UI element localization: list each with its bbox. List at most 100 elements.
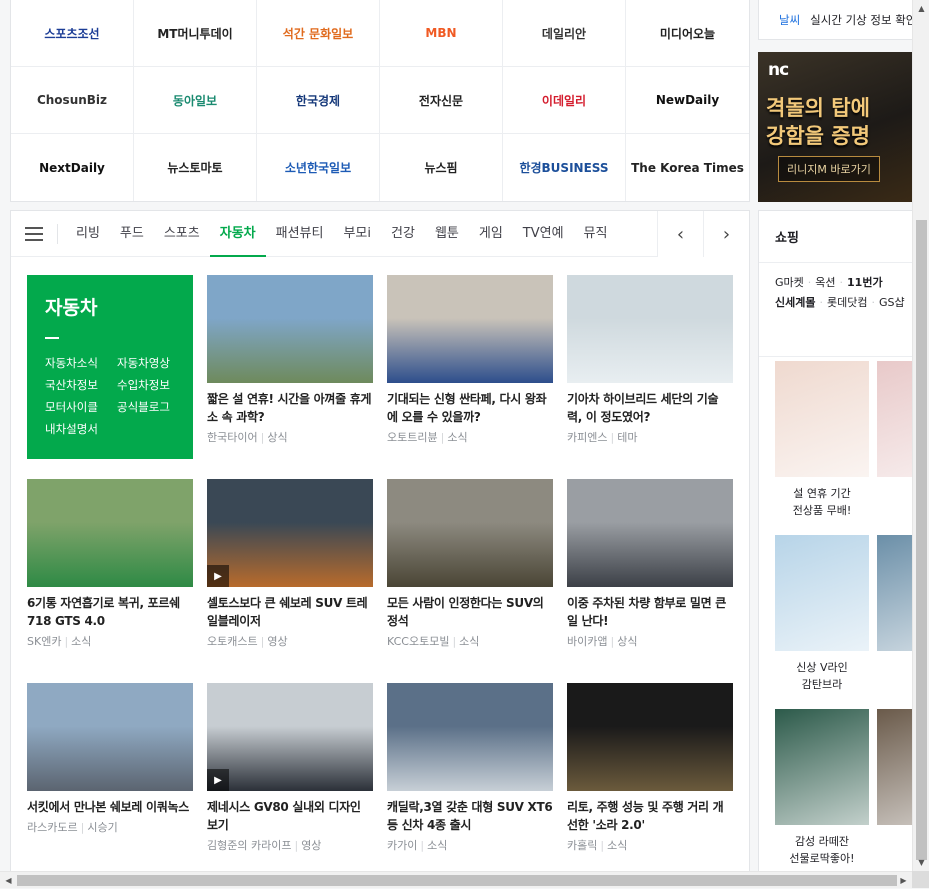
menu-icon[interactable]: [11, 211, 57, 257]
news-tag[interactable]: 시승기: [87, 821, 117, 834]
horizontal-scrollbar[interactable]: ◀ ▶: [0, 871, 912, 888]
shopping-item-line1[interactable]: 감성 라떼잔: [775, 833, 869, 850]
vertical-scrollbar[interactable]: ▲ ▼: [912, 0, 929, 871]
category-link[interactable]: 내차설명서: [45, 421, 117, 437]
scroll-up-icon[interactable]: ▲: [913, 0, 929, 17]
mall-link[interactable]: G마켓: [775, 276, 804, 289]
press-logo[interactable]: 석간 문화일보: [257, 0, 380, 67]
news-thumbnail[interactable]: [27, 683, 193, 791]
news-tag[interactable]: 상식: [617, 635, 637, 648]
news-card[interactable]: 서킷에서 만나본 쉐보레 이쿼녹스 라스카도르 | 시승기: [27, 683, 193, 835]
news-tag[interactable]: 소식: [71, 635, 91, 648]
news-source[interactable]: SK엔카: [27, 635, 61, 648]
tabs-prev-button[interactable]: ‹: [657, 211, 703, 257]
news-thumbnail[interactable]: [27, 479, 193, 587]
scroll-down-icon[interactable]: ▼: [913, 854, 929, 871]
news-thumbnail[interactable]: [567, 479, 733, 587]
shopping-item-line1[interactable]: 설 연휴 기간: [775, 485, 869, 502]
press-logo[interactable]: 한경BUSINESS: [503, 134, 626, 201]
news-title[interactable]: 기대되는 신형 싼타페, 다시 왕좌에 오를 수 있을까?: [387, 390, 553, 426]
news-card[interactable]: 기대되는 신형 싼타페, 다시 왕좌에 오를 수 있을까? 오토트리뷴 | 소식: [387, 275, 553, 445]
shopping-item[interactable]: 설 연휴 기간 전상품 무배!: [775, 361, 869, 519]
news-tag[interactable]: 테마: [617, 431, 637, 444]
scroll-left-icon[interactable]: ◀: [0, 872, 17, 889]
press-logo[interactable]: 소년한국일보: [257, 134, 380, 201]
news-source[interactable]: 한국타이어: [207, 431, 258, 444]
tab-10[interactable]: 뮤직: [574, 211, 618, 257]
mall-link[interactable]: 옥션: [815, 276, 835, 289]
news-thumbnail[interactable]: [387, 683, 553, 791]
ad-banner[interactable]: nc 격돌의 탑에 강함을 증명 리니지M 바로가기: [758, 52, 918, 202]
news-source[interactable]: 김형준의 카라이프: [207, 839, 291, 852]
news-tag[interactable]: 영상: [301, 839, 321, 852]
news-tag[interactable]: 소식: [459, 635, 479, 648]
shopping-item-line1[interactable]: 신상 V라인: [775, 659, 869, 676]
press-logo[interactable]: MBN: [380, 0, 503, 67]
news-card[interactable]: 모든 사람이 인정한다는 SUV의 정석 KCC오토모빌 | 소식: [387, 479, 553, 649]
news-title[interactable]: 제네시스 GV80 실내외 디자인 보기: [207, 798, 373, 834]
news-thumbnail[interactable]: [207, 275, 373, 383]
category-link[interactable]: 자동차영상: [117, 355, 189, 371]
ad-cta-button[interactable]: 리니지M 바로가기: [778, 156, 880, 182]
news-title[interactable]: 기아차 하이브리드 세단의 기술력, 이 정도였어?: [567, 390, 733, 426]
shopping-item[interactable]: 감성 라떼잔 선물로딱좋아!: [775, 709, 869, 867]
press-logo[interactable]: NextDaily: [11, 134, 134, 201]
shopping-item[interactable]: 신상 V라인 감탄브라: [775, 535, 869, 693]
news-tag[interactable]: 영상: [267, 635, 287, 648]
tab-4[interactable]: 패션뷰티: [266, 211, 334, 257]
news-card[interactable]: 기아차 하이브리드 세단의 기술력, 이 정도였어? 카피엔스 | 테마: [567, 275, 733, 445]
shopping-item-line2[interactable]: 선물로딱좋아!: [775, 850, 869, 867]
tabs-next-button[interactable]: ›: [703, 211, 749, 257]
press-logo[interactable]: 이데일리: [503, 67, 626, 134]
weather-text[interactable]: 실시간 기상 정보 확인: [810, 12, 916, 28]
news-source[interactable]: 오토캐스트: [207, 635, 258, 648]
category-link[interactable]: 공식블로그: [117, 399, 189, 415]
category-link[interactable]: 국산차정보: [45, 377, 117, 393]
mall-link[interactable]: 신세계몰: [775, 296, 815, 309]
shopping-item-image[interactable]: [775, 709, 869, 825]
shopping-item-image[interactable]: [775, 535, 869, 651]
shopping-item-image[interactable]: [775, 361, 869, 477]
mall-link[interactable]: GS샵: [879, 296, 905, 309]
category-link[interactable]: 수입차정보: [117, 377, 189, 393]
news-title[interactable]: 리토, 주행 성능 및 주행 거리 개선한 '소라 2.0': [567, 798, 733, 834]
news-source[interactable]: 바이카앱: [567, 635, 607, 648]
news-source[interactable]: KCC오토모빌: [387, 635, 449, 648]
news-tag[interactable]: 상식: [267, 431, 287, 444]
press-logo[interactable]: 뉴스토마토: [134, 134, 257, 201]
vertical-scroll-thumb[interactable]: [916, 220, 927, 860]
weather-bar[interactable]: 날씨 실시간 기상 정보 확인: [758, 0, 918, 40]
news-title[interactable]: 캐딜락,3열 갖춘 대형 SUV XT6 등 신차 4종 출시: [387, 798, 553, 834]
tab-7[interactable]: 웹툰: [425, 211, 469, 257]
news-card[interactable]: 6기통 자연흡기로 복귀, 포르쉐 718 GTS 4.0 SK엔카 | 소식: [27, 479, 193, 649]
news-title[interactable]: 6기통 자연흡기로 복귀, 포르쉐 718 GTS 4.0: [27, 594, 193, 630]
tab-6[interactable]: 건강: [381, 211, 425, 257]
press-logo[interactable]: 전자신문: [380, 67, 503, 134]
news-title[interactable]: 이중 주차된 차량 함부로 밀면 큰일 난다!: [567, 594, 733, 630]
press-logo[interactable]: ChosunBiz: [11, 67, 134, 134]
tab-0[interactable]: 리빙: [66, 211, 110, 257]
news-title[interactable]: 모든 사람이 인정한다는 SUV의 정석: [387, 594, 553, 630]
news-card[interactable]: 짧은 설 연휴! 시간을 아껴줄 휴게소 속 과학? 한국타이어 | 상식: [207, 275, 373, 445]
press-logo[interactable]: 스포츠조선: [11, 0, 134, 67]
news-thumbnail[interactable]: ▶: [207, 683, 373, 791]
news-source[interactable]: 카가이: [387, 839, 417, 852]
tab-2[interactable]: 스포츠: [154, 211, 210, 257]
news-thumbnail[interactable]: [567, 683, 733, 791]
category-link[interactable]: 자동차소식: [45, 355, 117, 371]
news-thumbnail[interactable]: [387, 479, 553, 587]
play-icon[interactable]: ▶: [207, 769, 229, 791]
news-tag[interactable]: 소식: [427, 839, 447, 852]
play-icon[interactable]: ▶: [207, 565, 229, 587]
news-source[interactable]: 카피엔스: [567, 431, 607, 444]
tab-3[interactable]: 자동차: [209, 211, 266, 257]
mall-link[interactable]: 11번가: [847, 276, 883, 289]
news-card[interactable]: ▶ 셀토스보다 큰 쉐보레 SUV 트레일블레이저 오토캐스트 | 영상: [207, 479, 373, 649]
category-title[interactable]: 자동차: [45, 293, 175, 320]
news-card[interactable]: 리토, 주행 성능 및 주행 거리 개선한 '소라 2.0' 카홀릭 | 소식: [567, 683, 733, 853]
press-logo[interactable]: 동아일보: [134, 67, 257, 134]
news-title[interactable]: 셀토스보다 큰 쉐보레 SUV 트레일블레이저: [207, 594, 373, 630]
news-source[interactable]: 라스카도르: [27, 821, 78, 834]
tab-1[interactable]: 푸드: [110, 211, 154, 257]
tab-8[interactable]: 게임: [469, 211, 513, 257]
